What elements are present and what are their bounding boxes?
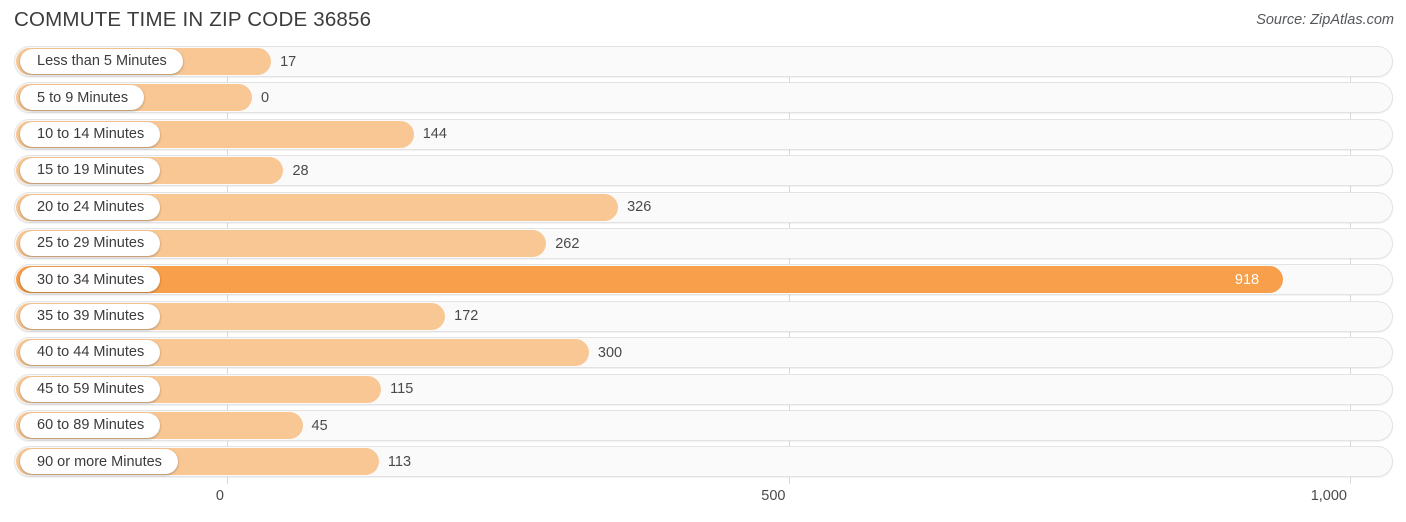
- category-label-pill: 35 to 39 Minutes: [20, 303, 161, 329]
- bar-value-label: 0: [261, 89, 270, 106]
- category-label: 60 to 89 Minutes: [37, 417, 145, 434]
- bar-row[interactable]: 90 or more Minutes 113: [0, 446, 1406, 479]
- category-label: 15 to 19 Minutes: [37, 162, 145, 179]
- category-label-pill: 45 to 59 Minutes: [20, 376, 161, 402]
- category-label-pill: 20 to 24 Minutes: [20, 194, 161, 220]
- category-label-pill: 40 to 44 Minutes: [20, 340, 161, 366]
- bar-value-label: 172: [454, 308, 479, 325]
- category-label: 25 to 29 Minutes: [37, 235, 145, 252]
- chart-plot-area: Less than 5 Minutes 17 5 to 9 Minutes 0 10 t…: [0, 46, 1406, 486]
- bar-value-label: 45: [311, 417, 328, 434]
- x-axis: 0 500 1,000: [0, 484, 1406, 522]
- bar-value-label: 144: [422, 126, 447, 143]
- page-title: COMMUTE TIME IN ZIP CODE 36856: [14, 8, 372, 31]
- bar-value-label: 28: [292, 162, 309, 179]
- bar-value-label: 300: [597, 344, 623, 361]
- category-label-pill: 30 to 34 Minutes: [20, 267, 161, 293]
- category-label: 30 to 34 Minutes: [37, 271, 145, 288]
- bar-value-label: 918: [1234, 271, 1260, 288]
- category-label-pill: 25 to 29 Minutes: [20, 231, 161, 256]
- bar-row[interactable]: 25 to 29 Minutes 262: [0, 228, 1406, 261]
- chart-header: COMMUTE TIME IN ZIP CODE 36856 Source: Z…: [0, 0, 1406, 44]
- bar-row[interactable]: 35 to 39 Minutes 172: [0, 300, 1406, 334]
- bar-value-label: 326: [627, 199, 652, 216]
- category-label: 10 to 14 Minutes: [37, 126, 145, 143]
- category-label: 40 to 44 Minutes: [37, 344, 145, 361]
- category-label: 35 to 39 Minutes: [37, 308, 145, 325]
- x-tick-label: 0: [215, 488, 224, 504]
- bar-row[interactable]: 15 to 19 Minutes 28: [0, 155, 1406, 188]
- category-label-pill: 60 to 89 Minutes: [20, 413, 161, 438]
- category-label: Less than 5 Minutes: [37, 53, 167, 70]
- bar-row[interactable]: 60 to 89 Minutes 45: [0, 410, 1406, 443]
- bar-fill: [16, 266, 1283, 294]
- bar-value-label: 113: [387, 453, 412, 470]
- category-label: 20 to 24 Minutes: [37, 198, 145, 215]
- bar-value-label: 262: [555, 235, 580, 252]
- category-label: 5 to 9 Minutes: [37, 89, 129, 106]
- bar-value-label: 115: [390, 381, 414, 398]
- bar-row[interactable]: 30 to 34 Minutes 918: [0, 264, 1406, 297]
- bar-row[interactable]: 40 to 44 Minutes 300: [0, 337, 1406, 370]
- x-tick-label: 1,000: [1310, 488, 1347, 504]
- category-label-pill: 5 to 9 Minutes: [20, 85, 145, 111]
- category-label-pill: 90 or more Minutes: [20, 449, 178, 475]
- category-label: 90 or more Minutes: [37, 453, 162, 470]
- category-label: 45 to 59 Minutes: [37, 380, 145, 397]
- source-attribution: Source: ZipAtlas.com: [1256, 12, 1394, 28]
- bar-row[interactable]: 10 to 14 Minutes 144: [0, 118, 1406, 152]
- category-label-pill: Less than 5 Minutes: [20, 49, 183, 74]
- category-label-pill: 10 to 14 Minutes: [20, 121, 161, 147]
- bar-row[interactable]: 45 to 59 Minutes 115: [0, 373, 1406, 407]
- bar-row[interactable]: 5 to 9 Minutes 0: [0, 82, 1406, 115]
- bar-row[interactable]: 20 to 24 Minutes 326: [0, 191, 1406, 225]
- category-label-pill: 15 to 19 Minutes: [20, 158, 161, 184]
- bar-row[interactable]: Less than 5 Minutes 17: [0, 46, 1406, 79]
- bar-value-label: 17: [280, 53, 297, 70]
- x-tick-label: 500: [761, 488, 786, 504]
